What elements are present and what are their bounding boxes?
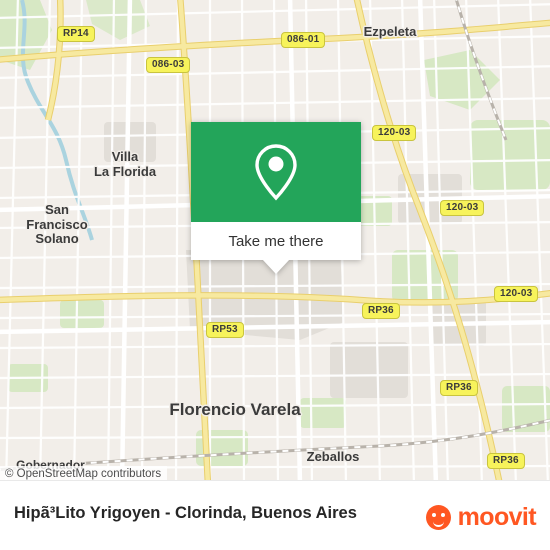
road-shield-086-03[interactable]: 086-03 (146, 57, 191, 73)
road-shield-rp14[interactable]: RP14 (57, 26, 95, 42)
road-shield-rp36-b[interactable]: RP36 (440, 380, 478, 396)
map-screenshot: Ezpeleta Villa La Florida San Francisco … (0, 0, 550, 550)
moovit-eye-left (431, 513, 436, 517)
map-canvas[interactable]: Ezpeleta Villa La Florida San Francisco … (0, 0, 550, 480)
road-shield-rp36-c[interactable]: RP36 (487, 453, 525, 469)
map-pin-icon (255, 144, 297, 201)
moovit-wordmark: moovit (457, 503, 537, 531)
osm-attribution[interactable]: © OpenStreetMap contributors (0, 466, 168, 480)
moovit-smile (432, 519, 444, 527)
moovit-logo[interactable]: moovit (425, 503, 537, 532)
take-me-there-button[interactable]: Take me there (191, 222, 361, 260)
road-shield-rp53[interactable]: RP53 (206, 322, 244, 338)
popup-tail (262, 259, 290, 274)
popup-image-area (191, 122, 361, 222)
road-shield-086-01[interactable]: 086-01 (281, 32, 326, 48)
road-shield-rp36-a[interactable]: RP36 (362, 303, 400, 319)
route-title: Hipã³Lito Yrigoyen - Clorinda, Buenos Ai… (14, 504, 357, 522)
road-shield-120-03-c[interactable]: 120-03 (494, 286, 539, 302)
road-shield-120-03-b[interactable]: 120-03 (440, 200, 485, 216)
footer-bar: Hipã³Lito Yrigoyen - Clorinda, Buenos Ai… (0, 480, 550, 550)
road-shield-120-03-a[interactable]: 120-03 (372, 125, 417, 141)
destination-popup[interactable]: Take me there (191, 122, 361, 274)
moovit-face-icon (425, 505, 451, 530)
moovit-eye-right (440, 513, 445, 517)
